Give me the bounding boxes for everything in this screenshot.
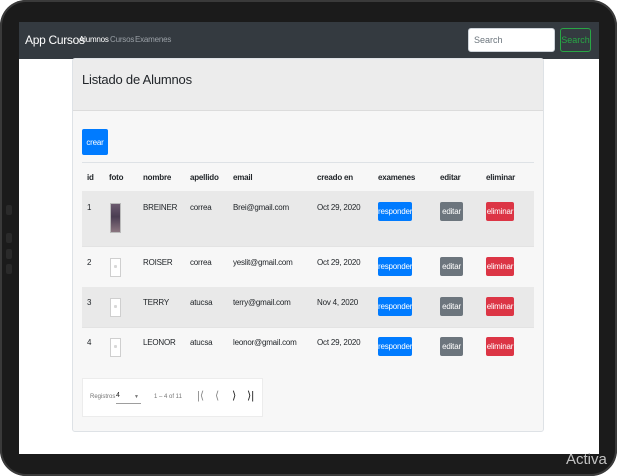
create-button[interactable]: crear (82, 129, 108, 155)
cell-creado: Nov 4, 2020 (317, 298, 358, 307)
cell-apellido: atucsa (190, 338, 213, 347)
navbar: App Cursos Alumnos Cursos Examenes Searc… (19, 22, 599, 59)
nav-link-examenes[interactable]: Examenes (135, 35, 171, 44)
bezel-button (6, 233, 12, 243)
search-button[interactable]: Search (560, 28, 591, 52)
cell-creado: Oct 29, 2020 (317, 338, 361, 347)
header-nombre: nombre (143, 173, 172, 182)
header-apellido: apellido (190, 173, 219, 182)
bezel-button (6, 249, 12, 259)
card-header: Listado de Alumnos (73, 59, 543, 111)
cell-id: 3 (87, 298, 92, 307)
paginator: Registros 4 ▼ 1 – 4 of 11 |⟨ ⟨ ⟩ ⟩| (82, 378, 263, 417)
avatar-placeholder-icon (110, 298, 121, 317)
table-header: id foto nombre apellido email creado en … (82, 162, 534, 193)
cell-apellido: atucsa (190, 298, 213, 307)
delete-button[interactable]: eliminar (486, 297, 514, 316)
page-size-value: 4 (116, 392, 120, 399)
cell-nombre: ROISER (143, 258, 173, 267)
header-email: email (233, 173, 253, 182)
brand-link[interactable]: App Cursos (25, 33, 85, 47)
cell-id: 2 (87, 258, 92, 267)
header-examenes: examenes (378, 173, 416, 182)
cell-id: 1 (87, 203, 92, 212)
page-size-label: Registros (90, 394, 116, 400)
page-title: Listado de Alumnos (82, 72, 192, 87)
cell-email: terry@gmail.com (233, 298, 291, 307)
bezel-button (6, 205, 12, 215)
header-eliminar: eliminar (486, 173, 516, 182)
delete-button[interactable]: eliminar (486, 337, 514, 356)
table-row: 3 TERRY atucsa terry@gmail.com Nov 4, 20… (82, 287, 534, 328)
cell-email: leonor@gmail.com (233, 338, 297, 347)
dropdown-arrow-icon: ▼ (134, 394, 139, 400)
cell-email: Brei@gmail.com (233, 203, 290, 212)
prev-page-icon[interactable]: ⟨ (215, 389, 219, 402)
page-size-select[interactable]: 4 ▼ (116, 392, 141, 404)
cell-apellido: correa (190, 203, 212, 212)
header-editar: editar (440, 173, 461, 182)
cell-nombre: LEONOR (143, 338, 176, 347)
cell-apellido: correa (190, 258, 212, 267)
responder-button[interactable]: responder (378, 297, 412, 316)
avatar-placeholder-icon (110, 258, 121, 277)
edit-button[interactable]: editar (440, 297, 463, 316)
delete-button[interactable]: eliminar (486, 257, 514, 276)
search-input[interactable] (468, 28, 555, 52)
device-frame: App Cursos Alumnos Cursos Examenes Searc… (0, 0, 617, 476)
table-row: 2 ROISER correa yeslit@gmail.com Oct 29,… (82, 246, 534, 288)
table-row: 1 BREINER correa Brei@gmail.com Oct 29, … (82, 191, 534, 247)
avatar-placeholder-icon (110, 338, 121, 357)
responder-button[interactable]: responder (378, 337, 412, 356)
bezel-button (6, 264, 12, 274)
last-page-icon[interactable]: ⟩| (247, 389, 254, 402)
header-creado: creado en (317, 173, 353, 182)
activation-watermark: Activa (566, 451, 607, 468)
edit-button[interactable]: editar (440, 337, 463, 356)
first-page-icon[interactable]: |⟨ (197, 389, 204, 402)
cell-creado: Oct 29, 2020 (317, 203, 361, 212)
cell-nombre: BREINER (143, 203, 178, 212)
delete-button[interactable]: eliminar (486, 202, 514, 221)
range-label: 1 – 4 of 11 (154, 394, 182, 400)
edit-button[interactable]: editar (440, 257, 463, 276)
header-id: id (87, 173, 94, 182)
header-foto: foto (109, 173, 124, 182)
nav-link-cursos[interactable]: Cursos (110, 35, 134, 44)
table-row: 4 LEONOR atucsa leonor@gmail.com Oct 29,… (82, 327, 534, 367)
responder-button[interactable]: responder (378, 202, 412, 221)
nav-link-alumnos[interactable]: Alumnos (79, 35, 109, 44)
app-screen: App Cursos Alumnos Cursos Examenes Searc… (19, 22, 599, 454)
edit-button[interactable]: editar (440, 202, 463, 221)
responder-button[interactable]: responder (378, 257, 412, 276)
cell-creado: Oct 29, 2020 (317, 258, 361, 267)
students-card: Listado de Alumnos crear id foto nombre … (72, 58, 544, 432)
student-photo (110, 203, 121, 233)
cell-email: yeslit@gmail.com (233, 258, 293, 267)
next-page-icon[interactable]: ⟩ (232, 389, 236, 402)
cell-id: 4 (87, 338, 92, 347)
cell-nombre: TERRY (143, 298, 169, 307)
